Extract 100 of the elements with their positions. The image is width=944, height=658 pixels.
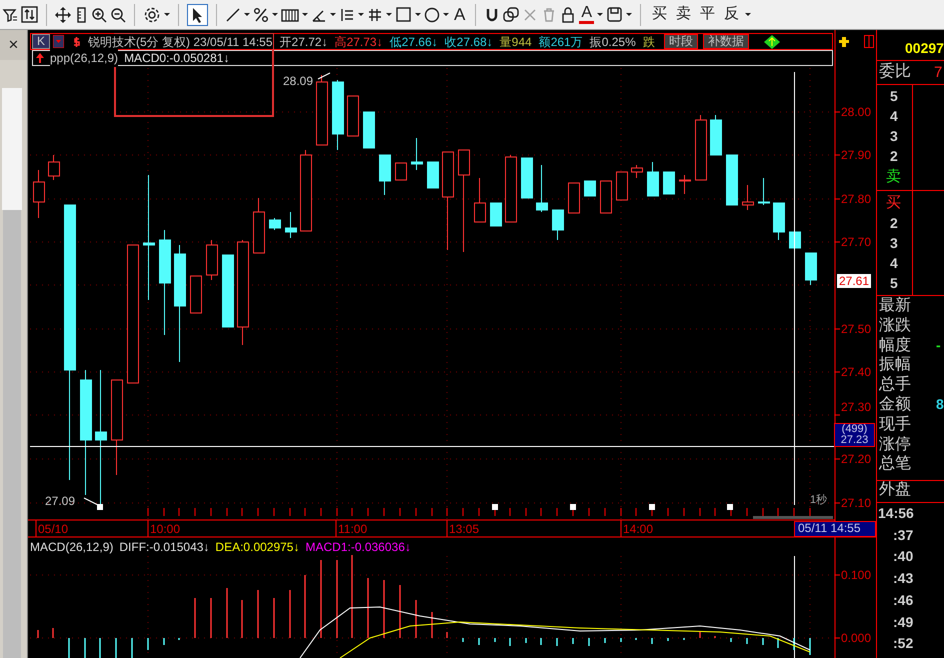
event-marker	[492, 504, 498, 510]
price-axis-label: 27.30	[841, 401, 872, 413]
text-tool-button[interactable]: A	[452, 6, 468, 23]
save-icon[interactable]	[606, 6, 624, 23]
close-tab-button[interactable]: ×	[0, 30, 27, 60]
order-level: 2	[890, 149, 898, 163]
price-axis-label: 28.00	[841, 106, 872, 118]
stat-label: 现手	[879, 416, 911, 433]
candle	[347, 96, 359, 136]
caret-icon[interactable]	[443, 13, 449, 16]
price-axis-label: 27.20	[841, 453, 872, 465]
quote-value: 开27.72↓	[280, 34, 328, 49]
candle	[758, 178, 770, 206]
columns-icon[interactable]	[281, 6, 299, 22]
sell-label: 卖	[886, 169, 901, 184]
settings-icon[interactable]	[143, 6, 161, 24]
candle	[663, 172, 675, 194]
caret-icon[interactable]	[272, 13, 278, 16]
candle	[285, 212, 297, 238]
period-button[interactable]: K	[32, 34, 50, 49]
zoom-in-icon[interactable]	[91, 6, 107, 22]
toolbar-button[interactable]: 补数据	[702, 34, 749, 49]
candle	[332, 80, 344, 150]
stock-title: 锐明技术(5分 复权) 23/05/11 14:55	[88, 34, 273, 49]
stock-code: 00297	[905, 41, 944, 55]
candle	[773, 202, 785, 240]
order-level: 4	[890, 109, 898, 123]
candle	[805, 252, 817, 286]
lock-icon[interactable]	[560, 6, 576, 22]
quote-value: 低27.66↓	[390, 34, 438, 49]
toolbar-button[interactable]: 时段	[664, 34, 698, 49]
pin-icon[interactable]	[838, 36, 850, 48]
trade-button[interactable]: 反	[721, 3, 742, 26]
low-price-label: 27.09	[45, 495, 76, 507]
caret-icon[interactable]	[330, 13, 336, 16]
tick-time: :46	[893, 592, 914, 607]
grid-icon[interactable]	[367, 6, 383, 22]
candle	[536, 164, 548, 212]
quote-value: 高27.73↓	[334, 34, 383, 49]
horizontal-scroll-thumb[interactable]	[753, 516, 833, 519]
macd-axis-label: 0.000	[841, 632, 872, 644]
candle	[190, 276, 202, 314]
tick-time: :37	[893, 528, 914, 542]
up-arrow-icon	[36, 53, 44, 63]
quote-value: 量944	[500, 34, 532, 49]
percent-icon[interactable]	[253, 6, 269, 22]
candle	[48, 154, 60, 180]
order-level: 5	[890, 276, 898, 290]
line-tool-icon[interactable]	[225, 6, 241, 22]
candle	[568, 182, 580, 214]
price-axis-label: 27.40	[841, 366, 872, 378]
dropdown-icon[interactable]	[53, 35, 64, 48]
pointer-tool-button[interactable]	[187, 4, 208, 26]
caret-icon[interactable]	[244, 13, 250, 16]
font-color-button[interactable]: A	[579, 5, 594, 24]
trade-button[interactable]: 平	[697, 3, 718, 26]
diamond-icon[interactable]	[764, 34, 780, 48]
caret-icon[interactable]	[358, 13, 364, 16]
indicator-name: MACD(26,12,9)	[30, 541, 114, 553]
caret-icon[interactable]	[745, 13, 752, 16]
sort-icon[interactable]	[21, 6, 38, 23]
candle	[206, 240, 218, 280]
tick-time: 14:56	[878, 506, 914, 520]
caret-icon[interactable]	[386, 13, 392, 16]
caret-icon[interactable]	[597, 13, 604, 16]
caret-icon[interactable]	[302, 13, 308, 16]
event-marker	[727, 504, 733, 510]
scrollbar-thumb[interactable]	[3, 210, 21, 658]
caret-icon[interactable]	[415, 13, 421, 16]
candle	[695, 114, 707, 180]
trade-button[interactable]: 卖	[673, 3, 694, 26]
event-marker	[649, 504, 655, 510]
candle	[363, 112, 375, 148]
candle	[726, 154, 738, 206]
list-icon[interactable]	[339, 6, 355, 22]
caret-icon[interactable]	[164, 13, 170, 16]
candle	[253, 198, 265, 254]
dollar-icon[interactable]	[71, 36, 82, 48]
candle	[395, 162, 407, 180]
event-marker	[570, 504, 576, 510]
time-axis-label: 14:00	[623, 523, 654, 535]
quote-value: 跌	[642, 34, 655, 49]
caret-icon[interactable]	[626, 13, 632, 16]
square-icon[interactable]	[395, 6, 412, 23]
filter-icon[interactable]	[2, 6, 18, 22]
circle-icon[interactable]	[424, 6, 440, 22]
candle	[631, 164, 643, 178]
trade-button[interactable]: 买	[649, 3, 670, 26]
candle	[789, 232, 801, 248]
tick-time: :49	[893, 614, 914, 628]
candle	[521, 158, 533, 198]
copy-icon[interactable]	[503, 6, 520, 22]
candle	[584, 180, 596, 196]
time-axis-label: 13:05	[449, 523, 480, 535]
zoom-out-icon[interactable]	[110, 6, 126, 22]
tick-time: :43	[893, 571, 914, 586]
panel-toggle-icon[interactable]	[864, 35, 874, 48]
move-icon[interactable]	[55, 6, 71, 22]
candle	[647, 162, 659, 196]
candle	[269, 218, 281, 230]
